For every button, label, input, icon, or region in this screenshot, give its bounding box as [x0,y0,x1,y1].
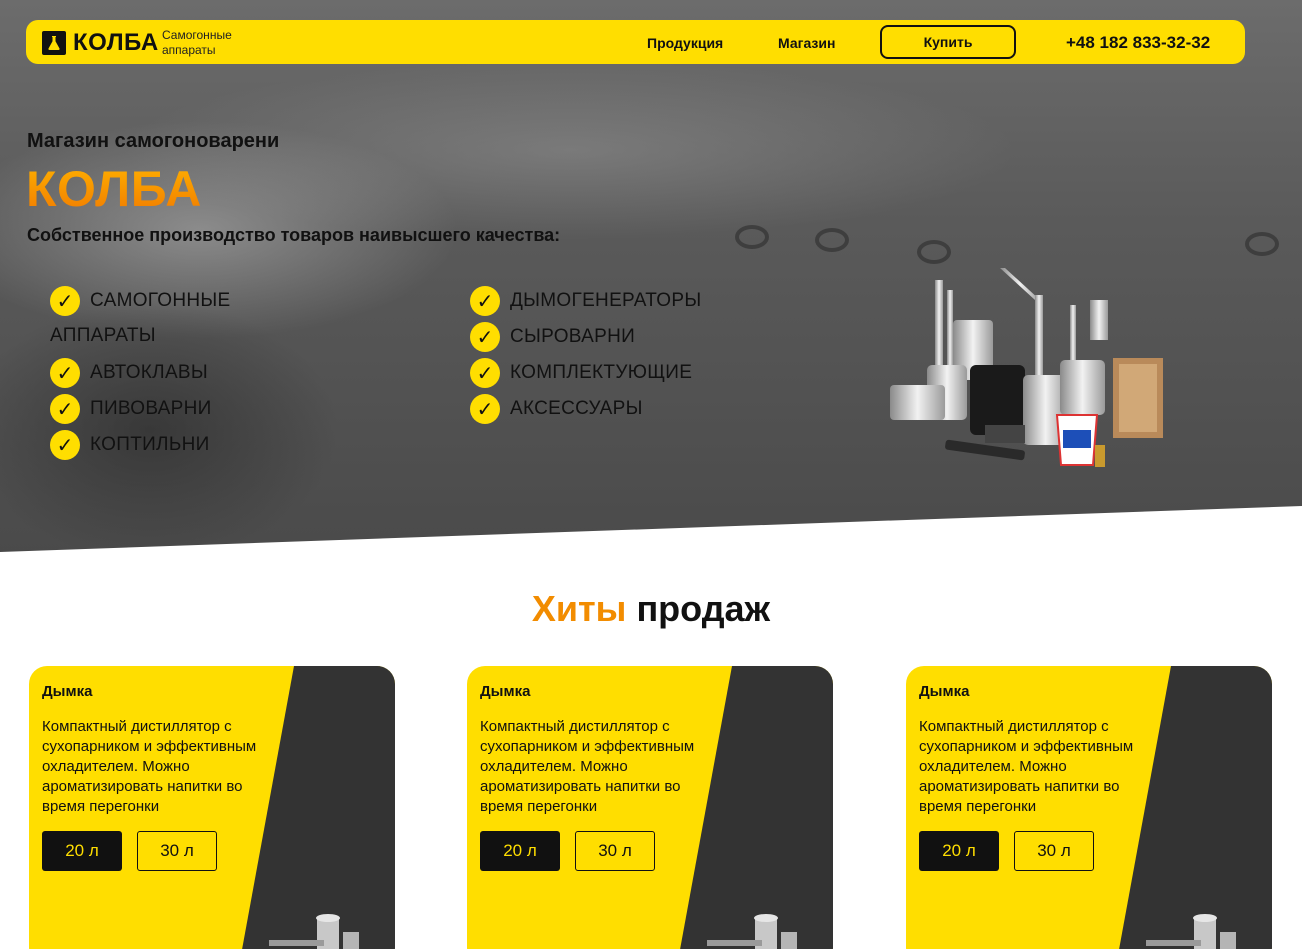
category-item: ✓ АВТОКЛАВЫ [50,358,208,388]
volume-option-selected[interactable]: 20 л [919,831,999,871]
card-name: Дымка [42,683,93,700]
category-label: САМОГОННЫЕ [90,290,231,311]
check-icon: ✓ [50,358,80,388]
category-label: КОПТИЛЬНИ [90,434,210,455]
phone-number[interactable]: +48 182 833-32-32 [1066,33,1210,53]
check-icon: ✓ [470,322,500,352]
flask-logo-icon[interactable] [42,31,66,55]
hero-bubble [815,228,849,252]
category-label: СЫРОВАРНИ [510,326,636,347]
check-icon: ✓ [470,394,500,424]
hero-title: КОЛБА [26,161,202,217]
hero-bubble [1245,232,1279,256]
distiller-image [269,914,359,949]
category-item: ✓ ПИВОВАРНИ [50,394,212,424]
site-header: КОЛБА Самогонные аппараты Продукция Мага… [26,20,1245,64]
hits-section-title: Хиты продаж [0,588,1302,630]
category-label: АКСЕССУАРЫ [510,398,643,419]
card-name: Дымка [480,683,531,700]
nav-products[interactable]: Продукция [647,35,723,51]
card-description: Компактный дистиллятор с сухопарником и … [919,718,1134,815]
buy-button[interactable]: Купить [880,25,1016,59]
product-card[interactable]: Дымка Компактный дистиллятор с сухопарни… [29,666,395,949]
category-label: ДЫМОГЕНЕРАТОРЫ [510,290,702,311]
category-item: ✓ САМОГОННЫЕ [50,286,231,316]
volume-option-selected[interactable]: 20 л [480,831,560,871]
distiller-image [1146,914,1236,949]
logo-subtitle: Самогонные аппараты [162,28,232,57]
category-label: ПИВОВАРНИ [90,398,212,419]
check-icon: ✓ [50,394,80,424]
category-label: АВТОКЛАВЫ [90,362,209,383]
hero-subtitle: Магазин самогоноварени [27,130,280,152]
volume-option[interactable]: 30 л [137,831,217,871]
nav-shop[interactable]: Магазин [778,35,835,51]
hits-title-accent: Хиты [531,588,627,629]
category-label-wrap: АППАРАТЫ [50,325,156,346]
hits-title-rest: продаж [636,588,771,629]
category-item: ✓ ДЫМОГЕНЕРАТОРЫ [470,286,701,316]
product-card[interactable]: Дымка Компактный дистиллятор с сухопарни… [467,666,833,949]
check-icon: ✓ [470,286,500,316]
logo-text[interactable]: КОЛБА [73,29,159,57]
products-group-image [890,268,1163,467]
category-item: ✓ АКСЕССУАРЫ [470,394,643,424]
check-icon: ✓ [50,430,80,460]
hero-bubble [735,225,769,249]
card-description: Компактный дистиллятор с сухопарником и … [480,718,695,815]
hero-description: Собственное производство товаров наивысш… [27,225,561,245]
category-label: КОМПЛЕКТУЮЩИЕ [510,362,693,383]
check-icon: ✓ [50,286,80,316]
card-description: Компактный дистиллятор с сухопарником и … [42,718,257,815]
product-card[interactable]: Дымка Компактный дистиллятор с сухопарни… [906,666,1272,949]
category-item: ✓ КОМПЛЕКТУЮЩИЕ [470,358,692,388]
category-item: ✓ КОПТИЛЬНИ [50,430,210,460]
volume-option-selected[interactable]: 20 л [42,831,122,871]
distiller-image [707,914,797,949]
card-name: Дымка [919,683,970,700]
category-item: ✓ СЫРОВАРНИ [470,322,635,352]
volume-option[interactable]: 30 л [575,831,655,871]
check-icon: ✓ [470,358,500,388]
volume-option[interactable]: 30 л [1014,831,1094,871]
